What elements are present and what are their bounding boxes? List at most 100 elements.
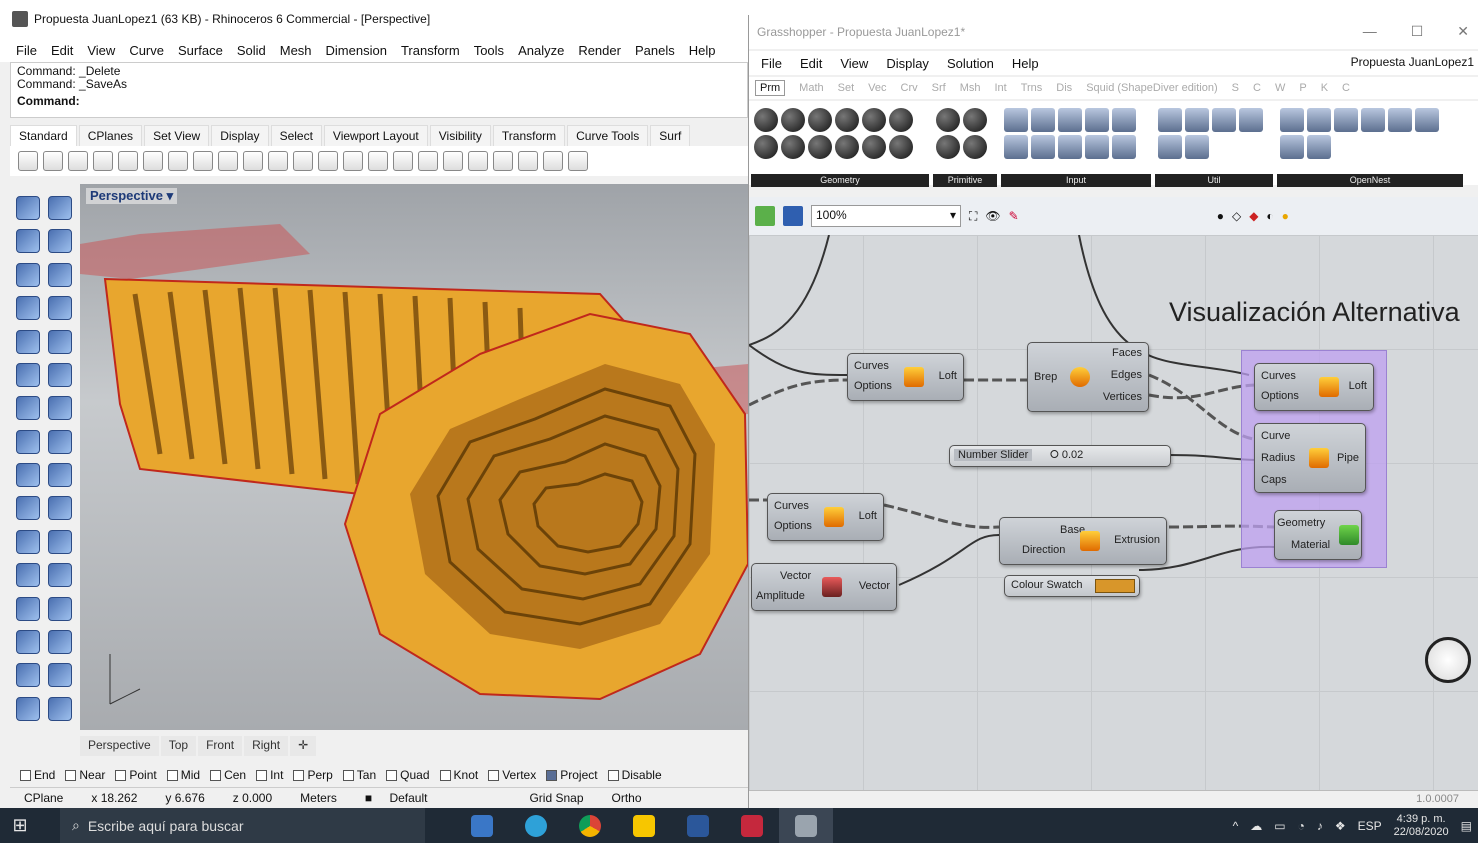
preview-eye-icon[interactable]: 👁 [985,209,1000,223]
checkbox[interactable] [293,769,305,781]
checkbox[interactable] [439,769,451,781]
osnap-near[interactable]: Near [65,768,105,782]
gh-menu-solution[interactable]: Solution [947,56,994,71]
checkbox[interactable] [342,769,354,781]
shaded-icon[interactable]: ◆ [1249,209,1258,223]
component-icon[interactable] [1158,108,1182,132]
loft-component[interactable]: Curves Options Loft [767,493,884,541]
arc-icon[interactable] [16,329,40,354]
gh-tab-display[interactable]: Dis [1056,82,1072,94]
tab-transform[interactable]: Transform [492,125,566,146]
deconstruct-brep-component[interactable]: Brep Faces Edges Vertices [1027,342,1149,412]
pan-icon[interactable] [243,151,263,171]
rotate-view-icon[interactable] [268,151,288,171]
checkbox[interactable] [166,769,178,781]
loft-component[interactable]: Curves Options Loft [1254,363,1374,411]
add-viewport-icon[interactable]: ✛ [290,736,317,756]
boolean-icon[interactable] [16,463,40,487]
tab-surface[interactable]: Surf [650,125,691,146]
layer-icon[interactable] [493,151,513,171]
battery-icon[interactable]: ▭ [1274,819,1285,833]
number-slider[interactable]: Number Slider ⭘ 0.02 [949,445,1171,467]
gh-document-name[interactable]: Propuesta JuanLopez1 [1351,55,1474,69]
edge-icon[interactable] [509,808,563,843]
menu-solid[interactable]: Solid [237,43,266,58]
gh-tab-intersect[interactable]: Int [994,82,1006,94]
slider-value[interactable]: ⭘ 0.02 [1050,449,1083,462]
app-icon[interactable] [725,808,779,843]
render-icon[interactable] [568,151,588,171]
component-icon[interactable] [862,135,886,159]
align-icon[interactable] [48,496,72,521]
component-icon[interactable] [835,108,859,132]
component-icon[interactable] [754,108,778,132]
component-icon[interactable] [889,135,913,159]
render-tools-icon[interactable] [16,696,40,721]
rhino-taskbar-icon[interactable] [779,808,833,843]
move-icon[interactable] [16,496,40,521]
status-cplane[interactable]: CPlane [10,791,77,805]
tab-cplanes[interactable]: CPlanes [78,125,143,146]
grid-icon[interactable] [48,629,72,654]
component-icon[interactable] [1415,108,1439,132]
menu-surface[interactable]: Surface [178,43,223,58]
viewport-tab-right[interactable]: Right [244,736,289,756]
vector-component[interactable]: Vector Amplitude Vector [751,563,897,611]
zoom-icon[interactable] [293,151,313,171]
preview-settings-icon[interactable]: ◐ [1266,209,1273,223]
save-icon[interactable] [68,151,88,171]
text-icon[interactable] [16,563,40,588]
zoom-window-icon[interactable] [318,151,338,171]
cplane-icon[interactable] [443,151,463,171]
cut-icon[interactable] [143,151,163,171]
minimize-icon[interactable]: — [1363,23,1377,40]
sweep-icon[interactable] [48,529,72,554]
osnap-tan[interactable]: Tan [342,768,376,782]
surface-icon[interactable] [16,362,40,387]
zoom-extents-icon[interactable]: ⛶ [969,209,977,224]
point-icon[interactable] [48,196,72,220]
wireframe-icon[interactable]: ◇ [1232,209,1241,223]
network-icon[interactable]: ◔ [1298,819,1305,833]
select-icon[interactable] [16,196,40,220]
gh-tab-vector[interactable]: Vec [868,82,886,94]
named-views-icon[interactable] [393,151,413,171]
maximize-icon[interactable]: ☐ [1411,23,1424,40]
component-icon[interactable] [1058,135,1082,159]
component-icon[interactable] [1239,108,1263,132]
checkbox[interactable] [546,769,558,781]
gh-tab-squid[interactable]: Squid (ShapeDiver edition) [1086,82,1217,94]
gh-tab-math[interactable]: Math [799,82,823,94]
chrome-icon[interactable] [563,808,617,843]
component-icon[interactable] [1185,135,1209,159]
component-icon[interactable] [862,108,886,132]
gh-canvas[interactable]: Visualización Alternativa Curves Options… [749,235,1478,790]
word-icon[interactable] [671,808,725,843]
notifications-icon[interactable]: ▤ [1461,819,1472,833]
menu-curve[interactable]: Curve [129,43,164,58]
tab-standard[interactable]: Standard [10,125,77,146]
component-icon[interactable] [1280,135,1304,159]
viewport-tab-front[interactable]: Front [198,736,243,756]
menu-panels[interactable]: Panels [635,43,675,58]
paste-icon[interactable] [193,151,213,171]
menu-file[interactable]: File [16,43,37,58]
pipe-component[interactable]: Curve Radius Caps Pipe [1254,423,1366,493]
paint-icon[interactable] [16,529,40,554]
language-indicator[interactable]: ESP [1358,819,1382,833]
component-icon[interactable] [936,108,960,132]
osnap-vertex[interactable]: Vertex [488,768,536,782]
tab-viewport-layout[interactable]: Viewport Layout [323,125,428,146]
component-icon[interactable] [1085,108,1109,132]
menu-help[interactable]: Help [689,43,716,58]
menu-render[interactable]: Render [578,43,621,58]
viewport-layout-icon[interactable] [418,151,438,171]
tab-display[interactable]: Display [211,125,269,146]
volume-icon[interactable]: ♪ [1317,819,1323,833]
rectangle-icon[interactable] [48,229,72,254]
component-icon[interactable] [1112,108,1136,132]
osnap-end[interactable]: End [20,768,55,782]
tab-curve-tools[interactable]: Curve Tools [567,125,649,146]
gh-tab-s[interactable]: S [1232,82,1239,94]
close-icon[interactable]: ✕ [1457,23,1469,40]
